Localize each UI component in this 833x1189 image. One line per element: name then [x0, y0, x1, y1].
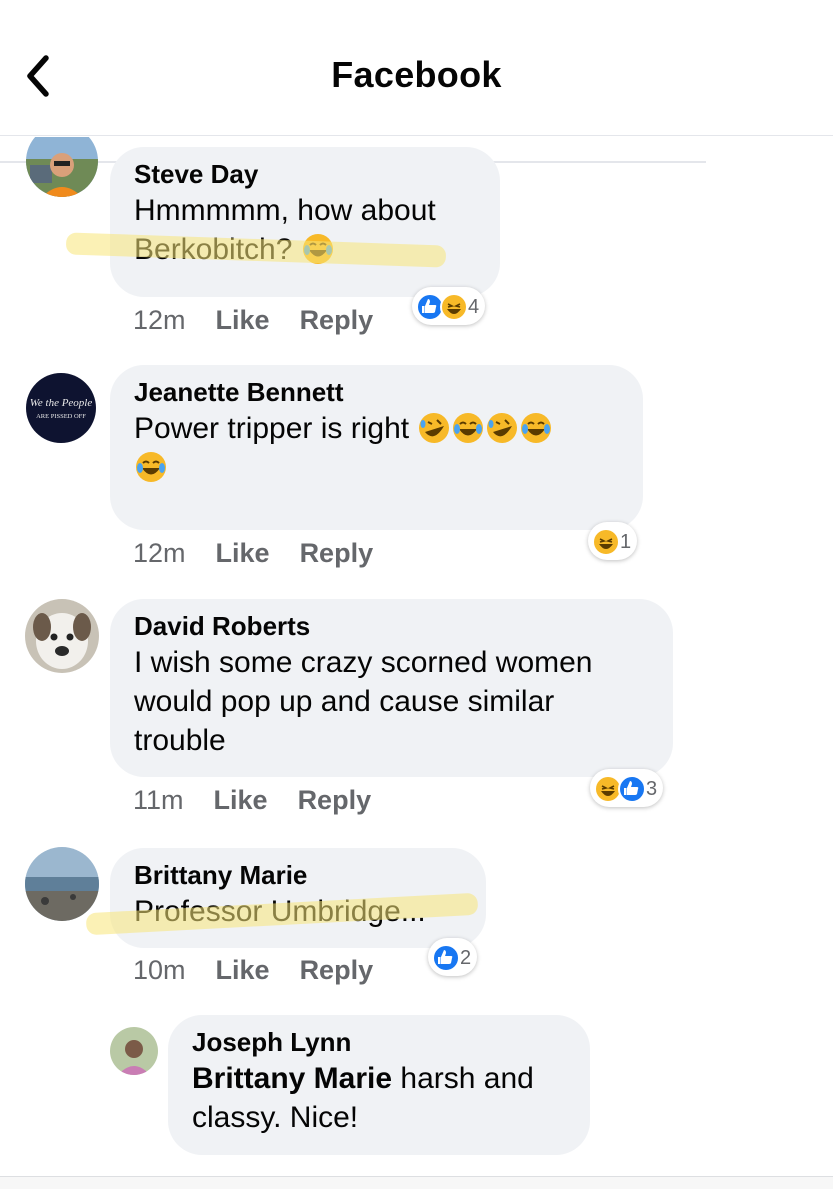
avatar[interactable]: [26, 137, 98, 197]
comment-author[interactable]: Steve Day: [134, 157, 476, 191]
comment-bubble: Jeanette Bennett Power tripper is right: [110, 365, 643, 530]
like-reaction-icon: [618, 775, 646, 803]
reaction-count: 3: [646, 777, 658, 800]
comment-meta: 12m Like Reply: [133, 302, 403, 338]
comment-meta: 11m Like Reply: [133, 782, 401, 818]
reply-button[interactable]: Reply: [298, 782, 372, 818]
avatar[interactable]: [25, 599, 99, 673]
reply-bubble: Joseph Lynn Brittany Marie harsh and cla…: [168, 1015, 590, 1155]
like-reaction-icon: [432, 944, 460, 972]
comment-time: 12m: [133, 305, 186, 335]
rofl-emoji: [418, 412, 450, 444]
avatar[interactable]: We the People ARE PISSED OFF: [26, 373, 96, 443]
avatar-caption: ARE PISSED OFF: [36, 413, 86, 420]
comment-time: 10m: [133, 955, 186, 985]
reaction-count: 1: [620, 530, 632, 553]
haha-reaction-icon: [440, 293, 468, 321]
avatar-caption: We the People: [30, 397, 93, 409]
haha-reaction-icon: [592, 528, 620, 556]
avatar[interactable]: [110, 1027, 158, 1075]
comment-time: 11m: [133, 785, 184, 815]
reaction-summary[interactable]: 4: [412, 287, 486, 325]
reply-button[interactable]: Reply: [300, 535, 374, 571]
comment-text: Power tripper is right: [134, 409, 619, 487]
like-button[interactable]: Like: [216, 952, 270, 988]
mention-link[interactable]: Brittany Marie: [192, 1062, 392, 1095]
comment-author[interactable]: Jeanette Bennett: [134, 375, 619, 409]
reaction-count: 4: [468, 295, 480, 318]
comment-author[interactable]: David Roberts: [134, 609, 649, 643]
bottom-bar: [0, 1176, 833, 1189]
rofl-emoji: [486, 412, 518, 444]
comment-meta: 10m Like Reply: [133, 952, 403, 988]
reaction-summary[interactable]: 3: [590, 769, 664, 807]
comment-time: 12m: [133, 538, 186, 568]
reaction-summary[interactable]: 1: [588, 522, 638, 560]
reply-author[interactable]: Joseph Lynn: [192, 1025, 566, 1059]
comment-meta: 12m Like Reply: [133, 535, 403, 571]
reply-text: Brittany Marie harsh and classy. Nice!: [192, 1059, 566, 1137]
laughing-crying-emoji: [135, 451, 167, 483]
laughing-crying-emoji: [520, 412, 552, 444]
like-button[interactable]: Like: [214, 782, 268, 818]
page-title: Facebook: [331, 54, 502, 95]
reply-button[interactable]: Reply: [300, 952, 374, 988]
comment-bubble: David Roberts I wish some crazy scorned …: [110, 599, 673, 777]
like-button[interactable]: Like: [216, 535, 270, 571]
like-button[interactable]: Like: [216, 302, 270, 338]
comments-screenshot: Steve Day Hmmmmm, how aboutBerkobitch? 1…: [0, 137, 706, 1157]
top-bar: Facebook: [0, 0, 833, 136]
avatar[interactable]: [25, 847, 99, 921]
reaction-summary[interactable]: 2: [428, 938, 478, 976]
reply-button[interactable]: Reply: [300, 302, 374, 338]
laughing-crying-emoji: [452, 412, 484, 444]
comment-author[interactable]: Brittany Marie: [134, 858, 462, 892]
reaction-count: 2: [460, 946, 472, 969]
comment-text: I wish some crazy scorned women would po…: [134, 646, 593, 757]
comment-bubble: Steve Day Hmmmmm, how aboutBerkobitch?: [110, 147, 500, 297]
